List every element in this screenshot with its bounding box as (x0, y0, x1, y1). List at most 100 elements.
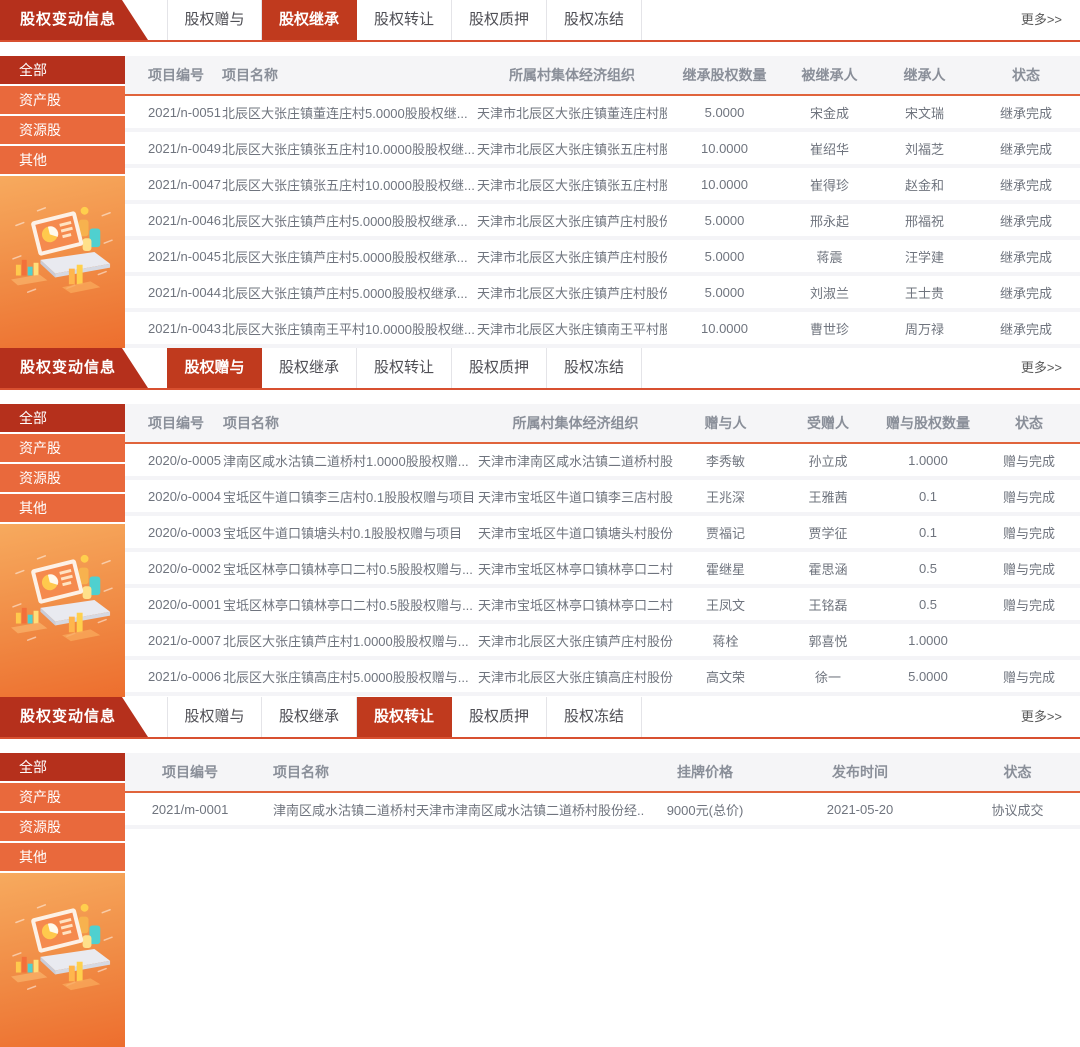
cell: 天津市北辰区大张庄镇芦庄村股份... (478, 631, 673, 650)
table-row[interactable]: 2021/m-0001津南区咸水沽镇二道桥村天津市津南区咸水沽镇二道桥村股份经.… (125, 793, 1080, 829)
sidebar: 全部资产股资源股其他 (0, 404, 125, 697)
laptop-chart-illustration (0, 176, 125, 348)
table-row[interactable]: 2021/n-0047北辰区大张庄镇张五庄村10.0000股股权继...天津市北… (125, 168, 1080, 204)
sidebar-item-asset-shares[interactable]: 资产股 (0, 86, 125, 114)
sidebar-item-resource-shares[interactable]: 资源股 (0, 464, 125, 492)
laptop-chart-illustration (0, 524, 125, 697)
cell: 天津市宝坻区林亭口镇林亭口二村... (478, 595, 673, 614)
table-row[interactable]: 2020/o-0004宝坻区牛道口镇李三店村0.1股股权赠与项目天津市宝坻区牛道… (125, 480, 1080, 516)
tab-inherit[interactable]: 股权继承 (262, 348, 357, 388)
data-table: 项目编号项目名称所属村集体经济组织继承股权数量被继承人继承人状态 2021/n-… (125, 56, 1080, 348)
table-row[interactable]: 2020/o-0003宝坻区牛道口镇塘头村0.1股股权赠与项目天津市宝坻区牛道口… (125, 516, 1080, 552)
table-row[interactable]: 2021/n-0043北辰区大张庄镇南王平村10.0000股股权继...天津市北… (125, 312, 1080, 348)
column-header: 项目编号 (125, 65, 222, 85)
cell: 霍继星 (673, 559, 778, 578)
cell: 崔得珍 (782, 175, 877, 194)
cell: 天津市宝坻区林亭口镇林亭口二村... (478, 559, 673, 578)
cell: 2021-05-20 (765, 802, 955, 817)
cell: 宋金成 (782, 103, 877, 122)
tab-inherit[interactable]: 股权继承 (262, 0, 357, 40)
column-header: 受赠人 (778, 413, 878, 433)
more-link[interactable]: 更多>> (1021, 697, 1080, 737)
sidebar-item-asset-shares[interactable]: 资产股 (0, 434, 125, 462)
tab-transfer[interactable]: 股权转让 (357, 0, 452, 40)
section-title-banner: 股权变动信息 (0, 0, 148, 40)
cell: 0.5 (878, 597, 978, 612)
cell: 邢福祝 (877, 211, 972, 230)
tab-gift[interactable]: 股权赠与 (167, 0, 262, 40)
cell: 蒋震 (782, 247, 877, 266)
sidebar-item-asset-shares[interactable]: 资产股 (0, 783, 125, 811)
section-content: 全部资产股资源股其他 (0, 753, 1080, 1047)
tab-freeze[interactable]: 股权冻结 (547, 348, 642, 388)
sidebar-item-other[interactable]: 其他 (0, 146, 125, 174)
cell: 天津市北辰区大张庄镇高庄村股份... (478, 667, 673, 686)
more-link[interactable]: 更多>> (1021, 0, 1080, 40)
sidebar-item-all[interactable]: 全部 (0, 404, 125, 432)
cell: 继承完成 (972, 247, 1080, 266)
cell: 2021/o-0007 (125, 633, 223, 648)
tab-pledge[interactable]: 股权质押 (452, 348, 547, 388)
column-header: 项目名称 (223, 413, 478, 433)
tab-pledge[interactable]: 股权质押 (452, 0, 547, 40)
sidebar-item-all[interactable]: 全部 (0, 753, 125, 781)
column-header: 赠与股权数量 (878, 413, 978, 433)
tab-inherit[interactable]: 股权继承 (262, 697, 357, 737)
table-row[interactable]: 2021/n-0051北辰区大张庄镇董连庄村5.0000股股权继...天津市北辰… (125, 96, 1080, 132)
sidebar-item-resource-shares[interactable]: 资源股 (0, 116, 125, 144)
cell: 王兆深 (673, 487, 778, 506)
cell: 霍思涵 (778, 559, 878, 578)
cell: 10.0000 (667, 321, 782, 336)
cell: 2021/n-0045 (125, 249, 222, 264)
cell: 王雅茜 (778, 487, 878, 506)
cell: 北辰区大张庄镇张五庄村10.0000股股权继... (222, 175, 477, 194)
cell: 1.0000 (878, 633, 978, 648)
cell: 邢永起 (782, 211, 877, 230)
table-row[interactable]: 2020/o-0002宝坻区林亭口镇林亭口二村0.5股股权赠与...天津市宝坻区… (125, 552, 1080, 588)
cell: 2021/n-0043 (125, 321, 222, 336)
tab-pledge[interactable]: 股权质押 (452, 697, 547, 737)
cell: 宝坻区牛道口镇李三店村0.1股股权赠与项目 (223, 487, 478, 506)
cell: 5.0000 (667, 249, 782, 264)
table-header-row: 项目编号项目名称挂牌价格发布时间状态 (125, 753, 1080, 793)
table-row[interactable]: 2021/o-0006北辰区大张庄镇高庄村5.0000股股权赠与...天津市北辰… (125, 660, 1080, 696)
cell: 天津市宝坻区牛道口镇塘头村股份... (478, 523, 673, 542)
more-link[interactable]: 更多>> (1021, 348, 1080, 388)
equity-gift-panel: 股权变动信息 股权赠与股权继承股权转让股权质押股权冻结 更多>> 全部资产股资源… (0, 348, 1080, 697)
table-body: 2020/o-0005津南区咸水沽镇二道桥村1.0000股股权赠...天津市津南… (125, 444, 1080, 696)
cell: 2021/n-0049 (125, 141, 222, 156)
table-row[interactable]: 2020/o-0001宝坻区林亭口镇林亭口二村0.5股股权赠与...天津市宝坻区… (125, 588, 1080, 624)
cell: 天津市北辰区大张庄镇芦庄村股份... (477, 283, 667, 302)
cell: 周万禄 (877, 319, 972, 338)
cell: 北辰区大张庄镇芦庄村1.0000股股权赠与... (223, 631, 478, 650)
cell: 5.0000 (667, 105, 782, 120)
table-row[interactable]: 2021/n-0046北辰区大张庄镇芦庄村5.0000股股权继承...天津市北辰… (125, 204, 1080, 240)
tab-freeze[interactable]: 股权冻结 (547, 697, 642, 737)
table-row[interactable]: 2020/o-0005津南区咸水沽镇二道桥村1.0000股股权赠...天津市津南… (125, 444, 1080, 480)
cell: 5.0000 (667, 285, 782, 300)
cell: 2021/o-0006 (125, 669, 223, 684)
data-table: 项目编号项目名称挂牌价格发布时间状态 2021/m-0001津南区咸水沽镇二道桥… (125, 753, 1080, 1047)
cell: 崔绍华 (782, 139, 877, 158)
cell: 天津市北辰区大张庄镇张五庄村股... (477, 175, 667, 194)
table-row[interactable]: 2021/o-0007北辰区大张庄镇芦庄村1.0000股股权赠与...天津市北辰… (125, 624, 1080, 660)
section-content: 全部资产股资源股其他 (0, 404, 1080, 697)
cell: 继承完成 (972, 175, 1080, 194)
tab-freeze[interactable]: 股权冻结 (547, 0, 642, 40)
tab-transfer[interactable]: 股权转让 (357, 697, 452, 737)
table-row[interactable]: 2021/n-0045北辰区大张庄镇芦庄村5.0000股股权继承...天津市北辰… (125, 240, 1080, 276)
cell: 北辰区大张庄镇芦庄村5.0000股股权继承... (222, 247, 477, 266)
cell: 天津市北辰区大张庄镇芦庄村股份... (477, 247, 667, 266)
tab-transfer[interactable]: 股权转让 (357, 348, 452, 388)
cell: 北辰区大张庄镇芦庄村5.0000股股权继承... (222, 211, 477, 230)
sidebar-item-resource-shares[interactable]: 资源股 (0, 813, 125, 841)
cell: 继承完成 (972, 103, 1080, 122)
table-row[interactable]: 2021/n-0044北辰区大张庄镇芦庄村5.0000股股权继承...天津市北辰… (125, 276, 1080, 312)
table-row[interactable]: 2021/n-0049北辰区大张庄镇张五庄村10.0000股股权继...天津市北… (125, 132, 1080, 168)
tab-gift[interactable]: 股权赠与 (167, 348, 262, 388)
sidebar-item-all[interactable]: 全部 (0, 56, 125, 84)
sidebar-item-other[interactable]: 其他 (0, 494, 125, 522)
cell: 北辰区大张庄镇高庄村5.0000股股权赠与... (223, 667, 478, 686)
tab-gift[interactable]: 股权赠与 (167, 697, 262, 737)
sidebar-item-other[interactable]: 其他 (0, 843, 125, 871)
